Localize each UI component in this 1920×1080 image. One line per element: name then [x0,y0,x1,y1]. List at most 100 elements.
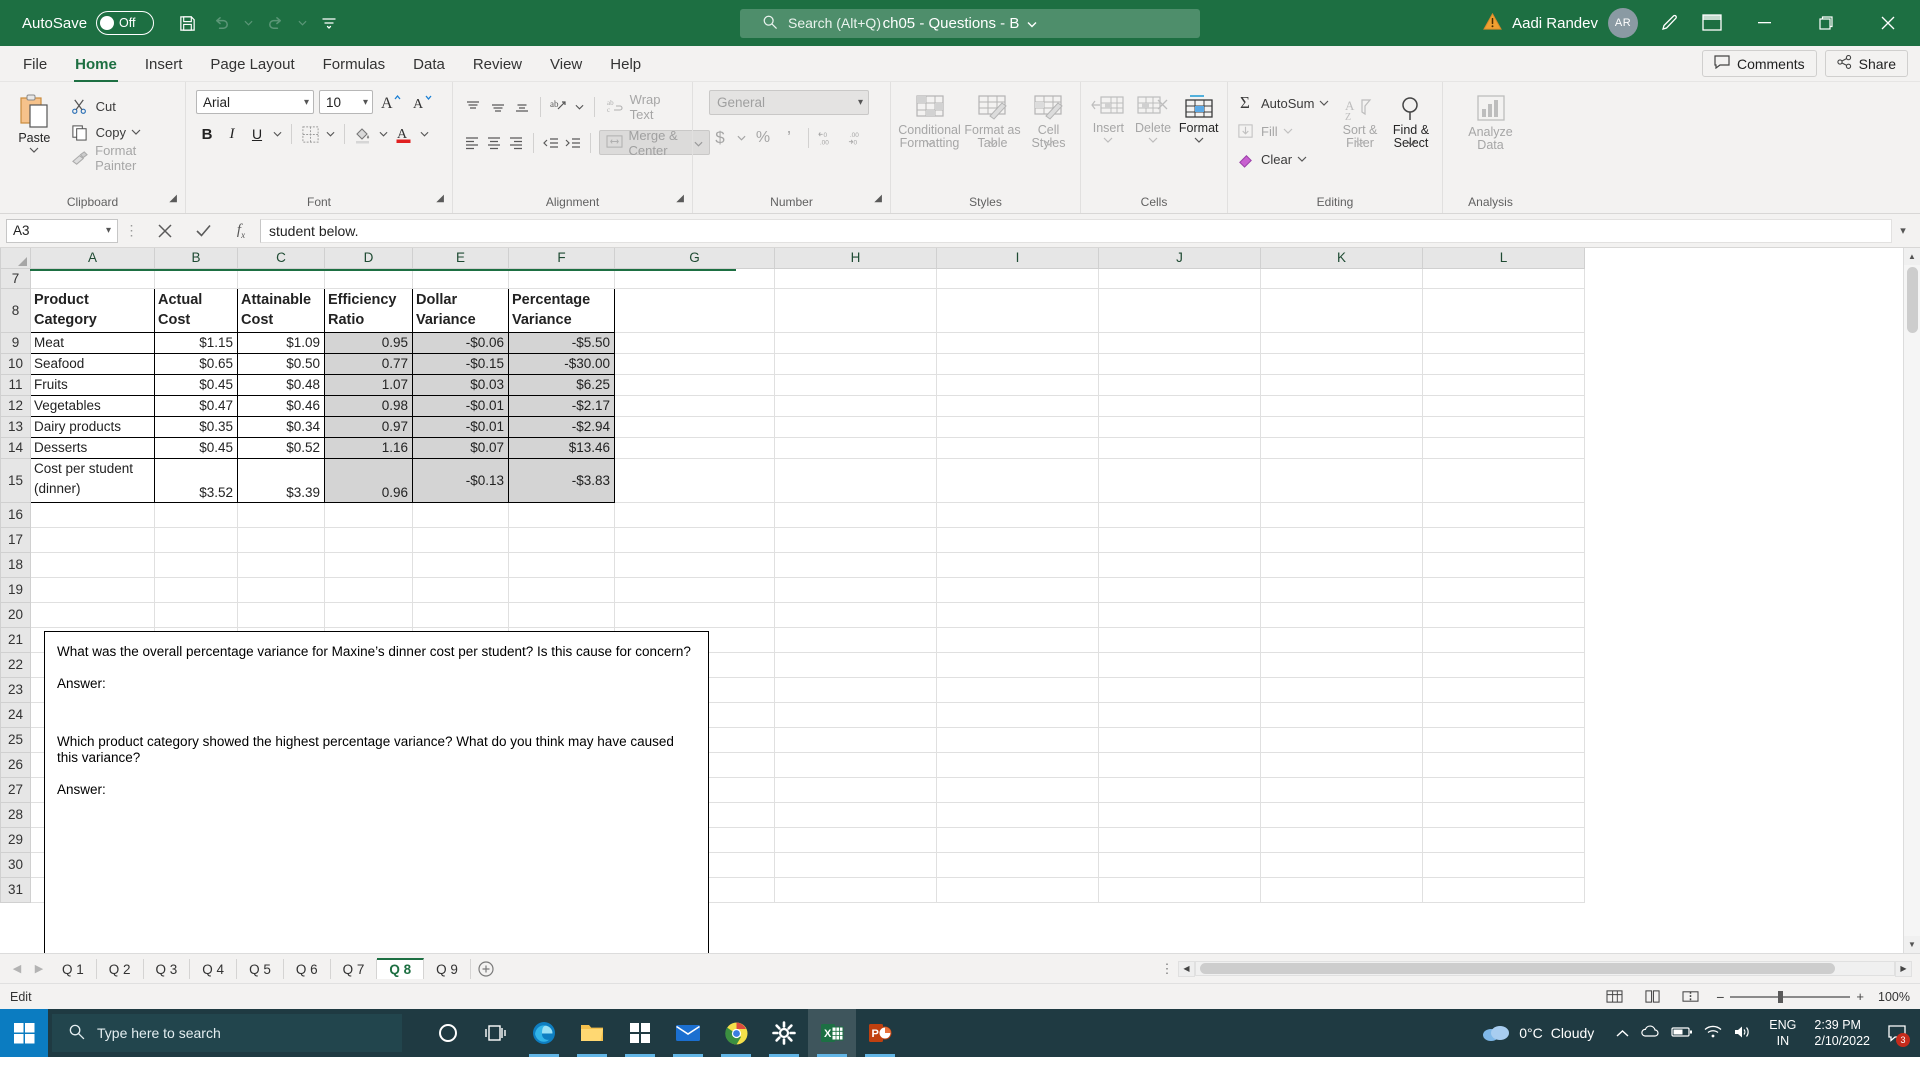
cell-g15[interactable] [614,457,775,503]
cell-k29[interactable] [1260,826,1423,853]
cell-d7[interactable] [324,267,413,289]
row-header-19[interactable]: 19 [0,576,31,603]
ribbon-display-options-icon[interactable] [1694,6,1730,40]
column-header-j[interactable]: J [1098,248,1261,269]
column-header-g[interactable]: G [614,248,775,269]
table-header-percentage-variance[interactable]: Percentage Variance [508,287,615,333]
cell-l31[interactable] [1422,876,1585,903]
cell-i20[interactable] [936,601,1099,628]
close-button[interactable] [1860,0,1916,46]
row-header-28[interactable]: 28 [0,801,31,828]
cell-g10[interactable] [614,352,775,375]
cell-i19[interactable] [936,576,1099,603]
horizontal-scrollbar[interactable] [1195,961,1895,976]
cell-efficiency-ratio[interactable]: 0.95 [324,331,413,354]
row-header-23[interactable]: 23 [0,676,31,703]
autosave-toggle[interactable]: Off [96,11,155,35]
minimize-button[interactable] [1736,0,1792,46]
search-input[interactable]: Search (Alt+Q) [788,15,881,31]
column-header-c[interactable]: C [237,248,325,269]
cell-k19[interactable] [1260,576,1423,603]
cell-k28[interactable] [1260,801,1423,828]
cell-dollar-variance[interactable]: $0.03 [412,373,509,396]
cell-a7[interactable] [30,267,155,289]
cell-i8[interactable] [936,287,1099,333]
cell-k7[interactable] [1260,267,1423,289]
cell-k17[interactable] [1260,526,1423,553]
sheet-tab-q5[interactable]: Q 5 [237,958,284,979]
cell-h14[interactable] [774,436,937,459]
cell-j19[interactable] [1098,576,1261,603]
cell-j13[interactable] [1098,415,1261,438]
cell-category[interactable]: Cost per student (dinner) [30,457,155,503]
font-color-button[interactable]: A [393,123,415,145]
cell-j10[interactable] [1098,352,1261,375]
cell-attainable-cost[interactable]: $0.48 [237,373,325,396]
cell-g9[interactable] [614,331,775,354]
cell-k14[interactable] [1260,436,1423,459]
tab-page-layout[interactable]: Page Layout [197,50,307,78]
row-header-30[interactable]: 30 [0,851,31,878]
cell-h25[interactable] [774,726,937,753]
cell-l19[interactable] [1422,576,1585,603]
format-cells-button[interactable]: Format [1176,90,1221,143]
tab-home[interactable]: Home [62,50,130,83]
cell-i11[interactable] [936,373,1099,396]
cell-c17[interactable] [237,526,325,553]
fill-color-chevron-icon[interactable] [377,119,390,149]
cell-dollar-variance[interactable]: -$0.15 [412,352,509,375]
sheet-tab-q2[interactable]: Q 2 [97,958,144,979]
sheet-tab-q8[interactable]: Q 8 [377,958,425,979]
cell-attainable-cost[interactable]: $0.50 [237,352,325,375]
cell-i17[interactable] [936,526,1099,553]
cell-i24[interactable] [936,701,1099,728]
cell-category[interactable]: Vegetables [30,394,155,417]
cell-h30[interactable] [774,851,937,878]
cell-actual-cost[interactable]: $3.52 [154,457,238,503]
font-color-chevron-icon[interactable] [418,119,431,149]
table-header-attainable-cost[interactable]: Attainable Cost [237,287,325,333]
next-sheet-button[interactable]: ▶ [28,958,50,980]
cell-h31[interactable] [774,876,937,903]
sheet-tab-q1[interactable]: Q 1 [50,958,97,979]
align-bottom-icon[interactable] [512,96,532,118]
previous-sheet-button[interactable]: ◀ [6,958,28,980]
cell-percentage-variance[interactable]: -$3.83 [508,457,615,503]
sheet-tab-q7[interactable]: Q 7 [331,958,378,979]
insert-function-icon[interactable]: fx [222,218,260,244]
cell-k22[interactable] [1260,651,1423,678]
cell-category[interactable]: Seafood [30,352,155,375]
cell-h9[interactable] [774,331,937,354]
cut-button[interactable]: Cut [69,93,179,119]
cell-efficiency-ratio[interactable]: 1.07 [324,373,413,396]
font-size-chevron-icon[interactable]: ▾ [363,97,368,108]
cell-dollar-variance[interactable]: -$0.13 [412,457,509,503]
cell-dollar-variance[interactable]: -$0.01 [412,394,509,417]
cell-l13[interactable] [1422,415,1585,438]
autosum-button[interactable]: Σ AutoSum [1234,90,1334,116]
store-icon[interactable] [616,1009,664,1057]
cell-j25[interactable] [1098,726,1261,753]
cell-g16[interactable] [614,501,775,528]
clock[interactable]: 2:39 PM 2/10/2022 [1804,1017,1880,1049]
cell-d20[interactable] [324,601,413,628]
font-dialog-launcher[interactable]: ◢ [436,188,444,210]
fill-color-button[interactable] [352,123,374,145]
borders-button[interactable] [299,123,321,145]
cell-g7[interactable] [614,267,775,289]
row-header-18[interactable]: 18 [0,551,31,578]
vertical-scrollbar[interactable]: ▲ ▼ [1903,248,1920,953]
cell-i23[interactable] [936,676,1099,703]
analyze-data-button[interactable]: Analyze Data [1461,90,1521,152]
column-header-k[interactable]: K [1260,248,1423,269]
redo-icon[interactable] [260,8,290,38]
underline-chevron-icon[interactable] [271,119,284,149]
cell-actual-cost[interactable]: $0.47 [154,394,238,417]
cell-attainable-cost[interactable]: $1.09 [237,331,325,354]
cell-f20[interactable] [508,601,615,628]
cell-k24[interactable] [1260,701,1423,728]
cell-b7[interactable] [154,267,238,289]
volume-icon[interactable] [1733,1025,1751,1042]
row-header-22[interactable]: 22 [0,651,31,678]
cell-h21[interactable] [774,626,937,653]
